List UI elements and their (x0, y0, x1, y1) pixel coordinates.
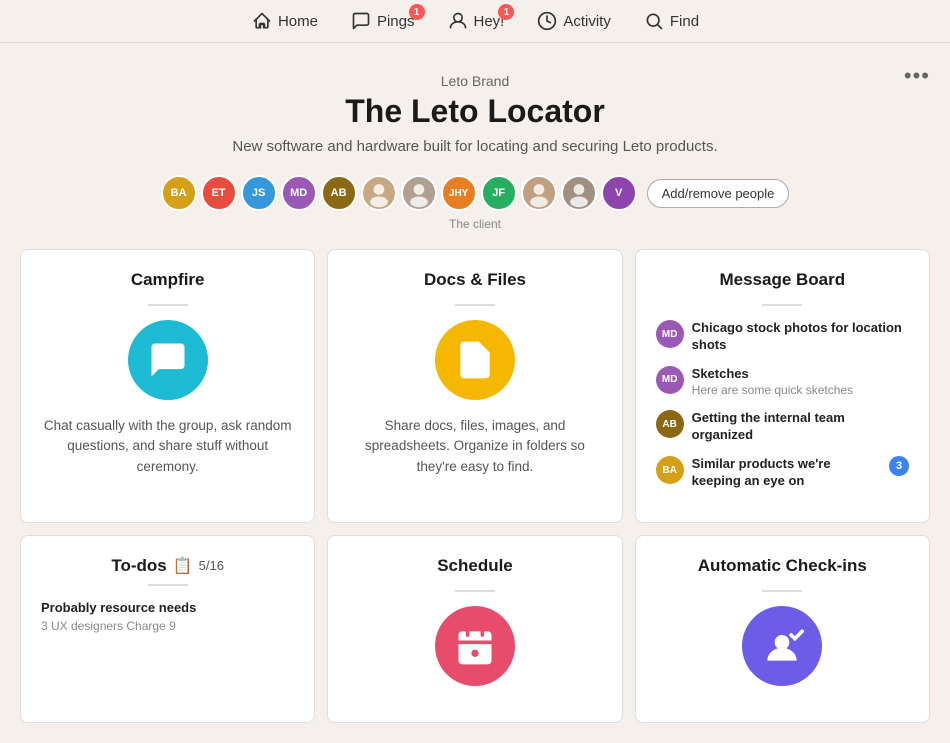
schedule-card[interactable]: Schedule (327, 535, 622, 723)
message-item-0[interactable]: MD Chicago stock photos for location sho… (656, 320, 909, 354)
todos-title: To-dos (111, 556, 166, 576)
docs-card[interactable]: Docs & Files Share docs, files, images, … (327, 249, 622, 523)
checkins-icon-wrap (656, 606, 909, 686)
todo-item-title: Probably resource needs (41, 600, 294, 615)
checkins-title: Automatic Check-ins (656, 556, 909, 576)
campfire-divider (148, 304, 188, 306)
message-item-3[interactable]: BA Similar products we're keeping an eye… (656, 456, 909, 490)
message-board-card[interactable]: Message Board MD Chicago stock photos fo… (635, 249, 930, 523)
todos-header: To-dos 📋 5/16 (41, 556, 294, 576)
project-brand: Leto Brand (20, 73, 930, 89)
msg-title-0: Chicago stock photos for location shots (692, 320, 909, 354)
nav-find-label: Find (670, 13, 699, 30)
msg-badge-3: 3 (889, 456, 909, 476)
nav-home-label: Home (278, 13, 318, 30)
hey-icon (447, 10, 469, 32)
nav-hey[interactable]: 1 Hey! (447, 10, 505, 32)
campfire-icon-wrap (41, 320, 294, 400)
checkins-icon (742, 606, 822, 686)
campfire-description: Chat casually with the group, ask random… (41, 416, 294, 477)
message-item-1[interactable]: MD Sketches Here are some quick sketches (656, 366, 909, 398)
msg-avatar-MD-2: MD (656, 366, 684, 394)
msg-title-3: Similar products we're keeping an eye on (692, 456, 881, 490)
tools-grid: Campfire Chat casually with the group, a… (20, 249, 930, 723)
nav-activity-label: Activity (563, 13, 611, 30)
campfire-icon (128, 320, 208, 400)
avatar-ET[interactable]: ET (201, 175, 237, 211)
main-content: ••• Leto Brand The Leto Locator New soft… (0, 43, 950, 743)
todos-card[interactable]: To-dos 📋 5/16 Probably resource needs 3 … (20, 535, 315, 723)
msg-avatar-AB: AB (656, 410, 684, 438)
msg-title-1: Sketches (692, 366, 909, 383)
msg-content-1: Sketches Here are some quick sketches (692, 366, 909, 398)
project-description: New software and hardware built for loca… (20, 138, 930, 155)
nav-home[interactable]: Home (251, 10, 318, 32)
main-nav: Home 1 Pings 1 Hey! Activity (0, 0, 950, 43)
campfire-card[interactable]: Campfire Chat casually with the group, a… (20, 249, 315, 523)
avatar-MD[interactable]: MD (281, 175, 317, 211)
avatar-JS[interactable]: JS (241, 175, 277, 211)
docs-title: Docs & Files (348, 270, 601, 290)
more-options-button[interactable]: ••• (904, 63, 930, 89)
todos-progress: 5/16 (199, 558, 224, 573)
nav-activity[interactable]: Activity (536, 10, 611, 32)
pings-badge: 1 (409, 4, 425, 20)
message-item-2[interactable]: AB Getting the internal team organized (656, 410, 909, 444)
msg-content-3: Similar products we're keeping an eye on (692, 456, 881, 490)
docs-icon (435, 320, 515, 400)
avatar-JHY[interactable]: JHY (441, 175, 477, 211)
msg-content-0: Chicago stock photos for location shots (692, 320, 909, 354)
avatar-JF[interactable]: JF (481, 175, 517, 211)
avatar-photo1[interactable] (361, 175, 397, 211)
schedule-icon-wrap (348, 606, 601, 686)
avatars-row: BA ET JS MD AB JHY JF V Add/remove peopl… (20, 175, 930, 211)
avatar-photo3[interactable] (521, 175, 557, 211)
avatar-photo2[interactable] (401, 175, 437, 211)
message-board-title: Message Board (656, 270, 909, 290)
avatar-photo4[interactable] (561, 175, 597, 211)
pings-icon (350, 10, 372, 32)
activity-icon (536, 10, 558, 32)
nav-find[interactable]: Find (643, 10, 699, 32)
find-icon (643, 10, 665, 32)
checkins-divider (762, 590, 802, 592)
message-board-divider (762, 304, 802, 306)
schedule-title: Schedule (348, 556, 601, 576)
avatar-AB[interactable]: AB (321, 175, 357, 211)
todos-divider (148, 584, 188, 586)
msg-avatar-MD-1: MD (656, 320, 684, 348)
docs-description: Share docs, files, images, and spreadshe… (348, 416, 601, 477)
msg-title-2: Getting the internal team organized (692, 410, 909, 444)
project-title: The Leto Locator (20, 93, 930, 130)
avatar-BA[interactable]: BA (161, 175, 197, 211)
msg-sub-1: Here are some quick sketches (692, 383, 909, 399)
docs-icon-wrap (348, 320, 601, 400)
schedule-icon (435, 606, 515, 686)
nav-pings[interactable]: 1 Pings (350, 10, 415, 32)
msg-avatar-BA: BA (656, 456, 684, 484)
schedule-divider (455, 590, 495, 592)
hey-badge: 1 (498, 4, 514, 20)
home-icon (251, 10, 273, 32)
docs-divider (455, 304, 495, 306)
client-label: The client (20, 217, 930, 231)
campfire-title: Campfire (41, 270, 294, 290)
todo-item-sub: 3 UX designers Charge 9 (41, 619, 294, 633)
checkins-card[interactable]: Automatic Check-ins (635, 535, 930, 723)
todos-icon: 📋 (173, 556, 193, 576)
add-remove-people-button[interactable]: Add/remove people (647, 179, 790, 208)
msg-content-2: Getting the internal team organized (692, 410, 909, 444)
avatar-V[interactable]: V (601, 175, 637, 211)
